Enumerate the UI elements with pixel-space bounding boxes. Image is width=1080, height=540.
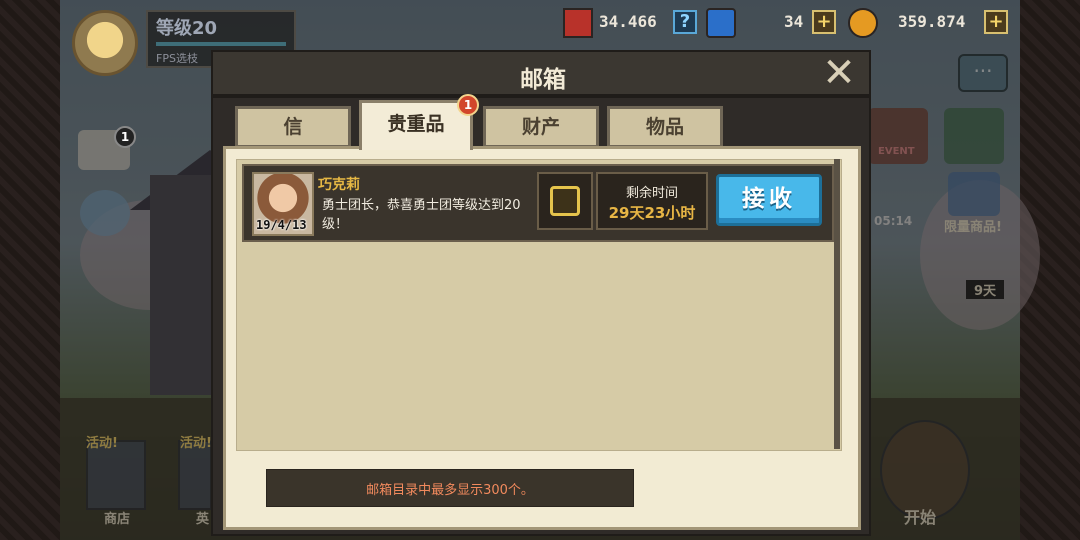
mail-date: 19/4/13 <box>256 218 307 232</box>
buy-gold-button[interactable]: + <box>984 10 1008 34</box>
reward-item-icon <box>537 172 593 230</box>
help-button[interactable]: ? <box>673 10 697 34</box>
medal-value: 34.466 <box>599 12 657 31</box>
medal-resource: 34.466 ? <box>563 8 699 40</box>
mail-row: 19/4/13 巧克莉 勇士团长，恭喜勇士团等级达到20级！ 剩余时间 29天2… <box>242 164 834 242</box>
gold-coin-icon <box>848 8 878 38</box>
medal-icon <box>563 8 593 38</box>
tab-items[interactable]: 物品 <box>607 106 723 148</box>
remaining-time-value: 29天23小时 <box>608 204 696 222</box>
gift-box-icon <box>550 186 580 216</box>
tab-valuables-badge: 1 <box>457 94 479 116</box>
remaining-time-label: 剩余时间 <box>625 186 678 201</box>
mail-list-scrollbar[interactable] <box>834 159 840 449</box>
tab-assets[interactable]: 财产 <box>483 106 599 148</box>
gem-resource: 34 + <box>706 8 840 40</box>
gold-value: 359.874 <box>898 12 966 31</box>
gold-resource: 359.874 + <box>848 8 1010 40</box>
tab-valuables[interactable]: 贵重品 <box>359 100 473 150</box>
buy-gem-button[interactable]: + <box>812 10 836 34</box>
modal-title: 邮箱 <box>520 67 566 93</box>
tab-letters[interactable]: 信 <box>235 106 351 148</box>
modal-header: 邮箱 ✕ <box>211 50 871 96</box>
level-subtext: FPS选枝 <box>156 52 198 65</box>
mail-limit-notice-text: 邮箱目录中最多显示300个。 <box>366 483 534 498</box>
gem-icon <box>706 8 736 38</box>
sender-name: 巧克莉 <box>318 177 360 193</box>
remaining-time-box: 剩余时间 29天23小时 <box>596 172 708 230</box>
mail-limit-notice: 邮箱目录中最多显示300个。 <box>266 469 634 507</box>
level-progress-bar <box>156 42 286 46</box>
gem-value: 34 <box>784 12 804 31</box>
mailbox-modal: 邮箱 ✕ 信 贵重品 1 财产 物品 19/4/13 巧克莉 勇士团长，恭喜勇士… <box>211 50 871 536</box>
mail-count-badge: 1 <box>114 126 136 148</box>
accept-button[interactable]: 接收 <box>716 174 822 226</box>
mail-panel: 19/4/13 巧克莉 勇士团长，恭喜勇士团等级达到20级！ 剩余时间 29天2… <box>223 146 861 530</box>
mail-message: 勇士团长，恭喜勇士团等级达到20级！ <box>322 198 521 232</box>
level-text: 等级20 <box>156 18 218 39</box>
close-icon[interactable]: ✕ <box>817 53 861 94</box>
player-avatar[interactable] <box>72 10 138 76</box>
mail-list[interactable]: 19/4/13 巧克莉 勇士团长，恭喜勇士团等级达到20级！ 剩余时间 29天2… <box>236 159 842 451</box>
